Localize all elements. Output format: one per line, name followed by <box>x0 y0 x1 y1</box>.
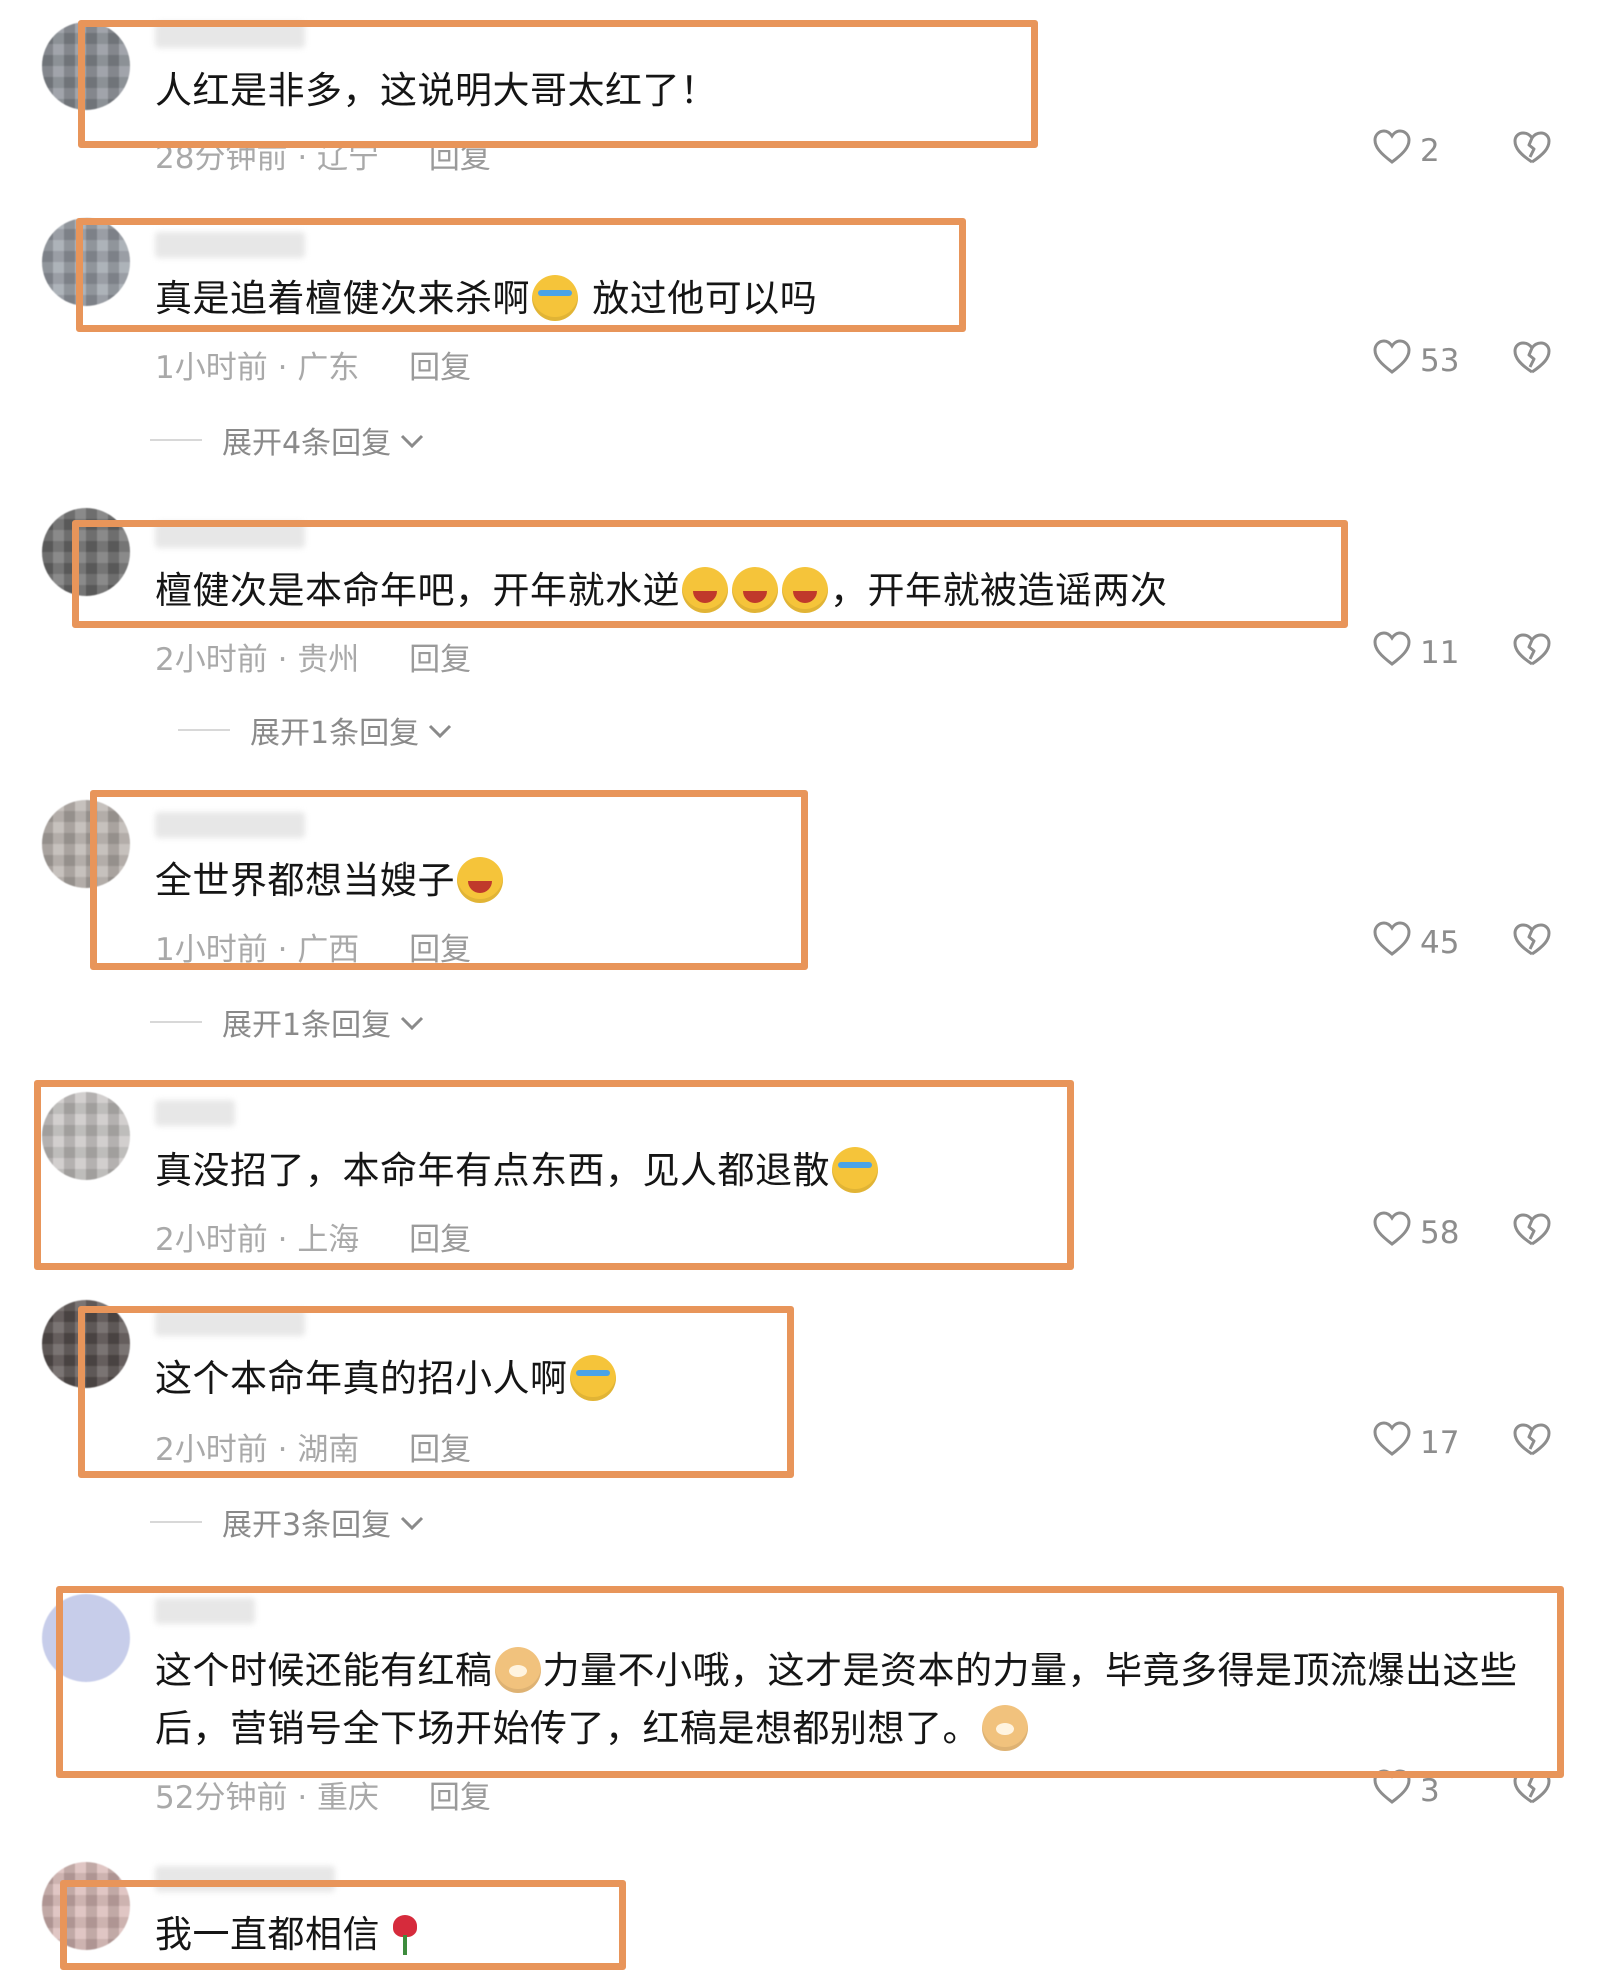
broken-heart-icon <box>1512 1213 1552 1252</box>
reply-button[interactable]: 回复 <box>429 1780 491 1816</box>
highlight-box <box>72 520 1348 628</box>
dislike-button[interactable] <box>1512 922 1552 958</box>
broken-heart-icon <box>1512 131 1552 170</box>
separator: · <box>297 1780 308 1816</box>
comment-meta: 52分钟前 · 重庆 回复 <box>155 1772 491 1817</box>
comment-location: 贵州 <box>297 642 360 678</box>
separator: · <box>277 642 288 678</box>
highlight-box <box>56 1586 1564 1778</box>
like-count: 17 <box>1420 1425 1460 1461</box>
like-button[interactable]: 2 <box>1372 128 1440 174</box>
divider <box>178 729 230 731</box>
broken-heart-icon <box>1512 633 1552 672</box>
chevron-down-icon <box>427 713 453 748</box>
broken-heart-icon <box>1512 341 1552 380</box>
dislike-button[interactable] <box>1512 130 1552 166</box>
highlight-box <box>90 790 808 970</box>
like-count: 11 <box>1420 635 1460 671</box>
broken-heart-icon <box>1512 923 1552 962</box>
chevron-down-icon <box>399 423 425 458</box>
heart-outline-icon <box>1372 920 1412 966</box>
comment-time: 52分钟前 <box>155 1780 288 1816</box>
heart-outline-icon <box>1372 128 1412 174</box>
highlight-box <box>34 1080 1074 1270</box>
comment-meta: 2小时前 · 贵州 回复 <box>155 634 471 679</box>
like-button[interactable]: 53 <box>1372 338 1459 384</box>
highlight-box <box>76 218 966 332</box>
comment-location: 广东 <box>297 350 360 386</box>
expand-replies-label: 展开1条回复 <box>222 1008 392 1043</box>
heart-outline-icon <box>1372 338 1412 384</box>
heart-outline-icon <box>1372 1420 1412 1466</box>
broken-heart-icon <box>1512 1423 1552 1462</box>
divider <box>150 1021 202 1023</box>
comment-location: 重庆 <box>317 1780 380 1816</box>
chevron-down-icon <box>399 1005 425 1040</box>
dislike-button[interactable] <box>1512 1212 1552 1248</box>
like-count: 53 <box>1420 343 1460 379</box>
like-button[interactable]: 58 <box>1372 1210 1459 1256</box>
expand-replies-button[interactable]: 展开4条回复 <box>150 418 425 462</box>
broken-heart-icon <box>1512 1771 1552 1810</box>
like-count: 45 <box>1420 925 1460 961</box>
like-button[interactable]: 11 <box>1372 630 1459 676</box>
expand-replies-label: 展开1条回复 <box>250 716 420 751</box>
heart-outline-icon <box>1372 1210 1412 1256</box>
reply-button[interactable]: 回复 <box>409 642 471 678</box>
chevron-down-icon <box>399 1505 425 1540</box>
reply-button[interactable]: 回复 <box>409 350 471 386</box>
like-button[interactable]: 45 <box>1372 920 1459 966</box>
dislike-button[interactable] <box>1512 1422 1552 1458</box>
separator: · <box>277 350 288 386</box>
highlight-box <box>78 20 1038 148</box>
expand-replies-button[interactable]: 展开1条回复 <box>150 1000 425 1044</box>
expand-replies-button[interactable]: 展开1条回复 <box>178 708 453 752</box>
heart-outline-icon <box>1372 630 1412 676</box>
divider <box>150 439 202 441</box>
expand-replies-button[interactable]: 展开3条回复 <box>150 1500 425 1544</box>
highlight-box <box>60 1880 626 1970</box>
like-count: 3 <box>1420 1773 1440 1809</box>
dislike-button[interactable] <box>1512 340 1552 376</box>
like-count: 58 <box>1420 1215 1460 1251</box>
expand-replies-label: 展开3条回复 <box>222 1508 392 1543</box>
like-count: 2 <box>1420 133 1440 169</box>
like-button[interactable]: 17 <box>1372 1420 1459 1466</box>
dislike-button[interactable] <box>1512 632 1552 668</box>
highlight-box <box>78 1306 794 1478</box>
divider <box>150 1521 202 1523</box>
expand-replies-label: 展开4条回复 <box>222 426 392 461</box>
comment-meta: 1小时前 · 广东 回复 <box>155 342 471 387</box>
comment-time: 1小时前 <box>155 350 268 386</box>
comment-time: 2小时前 <box>155 642 268 678</box>
